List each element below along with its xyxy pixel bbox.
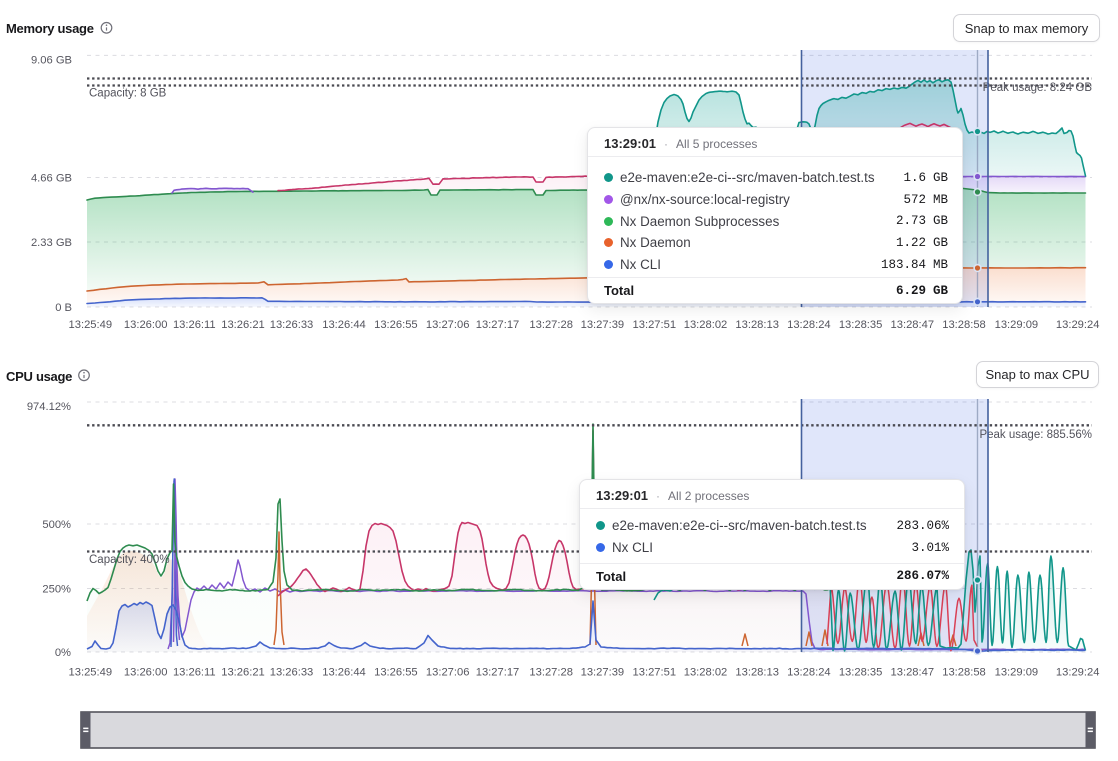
svg-text:13:28:02: 13:28:02: [684, 667, 728, 679]
svg-text:13:26:00: 13:26:00: [124, 319, 168, 331]
svg-text:Capacity: 8 GB: Capacity: 8 GB: [89, 88, 167, 100]
svg-text:13:26:33: 13:26:33: [270, 319, 314, 331]
svg-text:13:26:55: 13:26:55: [374, 319, 418, 331]
svg-text:500%: 500%: [42, 519, 71, 531]
svg-text:13:27:39: 13:27:39: [581, 667, 625, 679]
svg-text:13:28:35: 13:28:35: [839, 319, 883, 331]
svg-text:13:27:28: 13:27:28: [529, 667, 573, 679]
svg-text:13:26:00: 13:26:00: [124, 667, 168, 679]
svg-text:13:27:06: 13:27:06: [426, 667, 470, 679]
svg-text:Capacity: 400%: Capacity: 400%: [89, 554, 170, 566]
svg-text:Peak usage: 8.24 GB: Peak usage: 8.24 GB: [983, 82, 1093, 94]
svg-text:13:28:24: 13:28:24: [787, 319, 831, 331]
svg-text:13:28:58: 13:28:58: [942, 667, 986, 679]
svg-text:13:27:39: 13:27:39: [581, 319, 625, 331]
svg-text:13:27:17: 13:27:17: [476, 667, 520, 679]
svg-text:0 B: 0 B: [55, 302, 72, 314]
svg-text:13:28:02: 13:28:02: [684, 319, 728, 331]
svg-text:13:26:11: 13:26:11: [173, 667, 216, 679]
svg-text:13:26:44: 13:26:44: [322, 319, 366, 331]
svg-text:13:29:09: 13:29:09: [995, 667, 1039, 679]
svg-text:13:29:24: 13:29:24: [1056, 667, 1100, 679]
svg-text:13:26:44: 13:26:44: [322, 667, 366, 679]
svg-text:13:26:11: 13:26:11: [173, 319, 216, 331]
svg-text:13:28:47: 13:28:47: [891, 319, 935, 331]
svg-text:13:28:24: 13:28:24: [787, 667, 831, 679]
svg-text:13:25:49: 13:25:49: [69, 667, 113, 679]
svg-text:13:28:58: 13:28:58: [942, 319, 986, 331]
svg-text:13:29:24: 13:29:24: [1056, 319, 1100, 331]
svg-text:13:25:49: 13:25:49: [69, 319, 113, 331]
svg-text:13:28:35: 13:28:35: [839, 667, 883, 679]
svg-text:974.12%: 974.12%: [27, 401, 71, 413]
svg-text:0%: 0%: [55, 647, 71, 659]
svg-text:4.66 GB: 4.66 GB: [31, 173, 72, 185]
svg-text:13:27:06: 13:27:06: [426, 319, 470, 331]
svg-text:13:28:13: 13:28:13: [735, 667, 779, 679]
svg-text:13:28:13: 13:28:13: [735, 319, 779, 331]
svg-text:2.33 GB: 2.33 GB: [31, 237, 72, 249]
svg-text:13:29:09: 13:29:09: [995, 319, 1039, 331]
svg-text:13:27:51: 13:27:51: [633, 319, 677, 331]
svg-text:13:26:55: 13:26:55: [374, 667, 418, 679]
svg-text:13:26:33: 13:26:33: [270, 667, 314, 679]
svg-text:13:26:21: 13:26:21: [221, 667, 265, 679]
svg-text:250%: 250%: [42, 584, 71, 596]
svg-text:13:27:51: 13:27:51: [633, 667, 677, 679]
svg-text:13:27:17: 13:27:17: [476, 319, 520, 331]
svg-text:Peak usage: 885.56%: Peak usage: 885.56%: [979, 429, 1092, 441]
svg-text:9.06 GB: 9.06 GB: [31, 55, 72, 67]
svg-text:13:26:21: 13:26:21: [221, 319, 265, 331]
svg-text:13:28:47: 13:28:47: [891, 667, 935, 679]
svg-text:13:27:28: 13:27:28: [529, 319, 573, 331]
